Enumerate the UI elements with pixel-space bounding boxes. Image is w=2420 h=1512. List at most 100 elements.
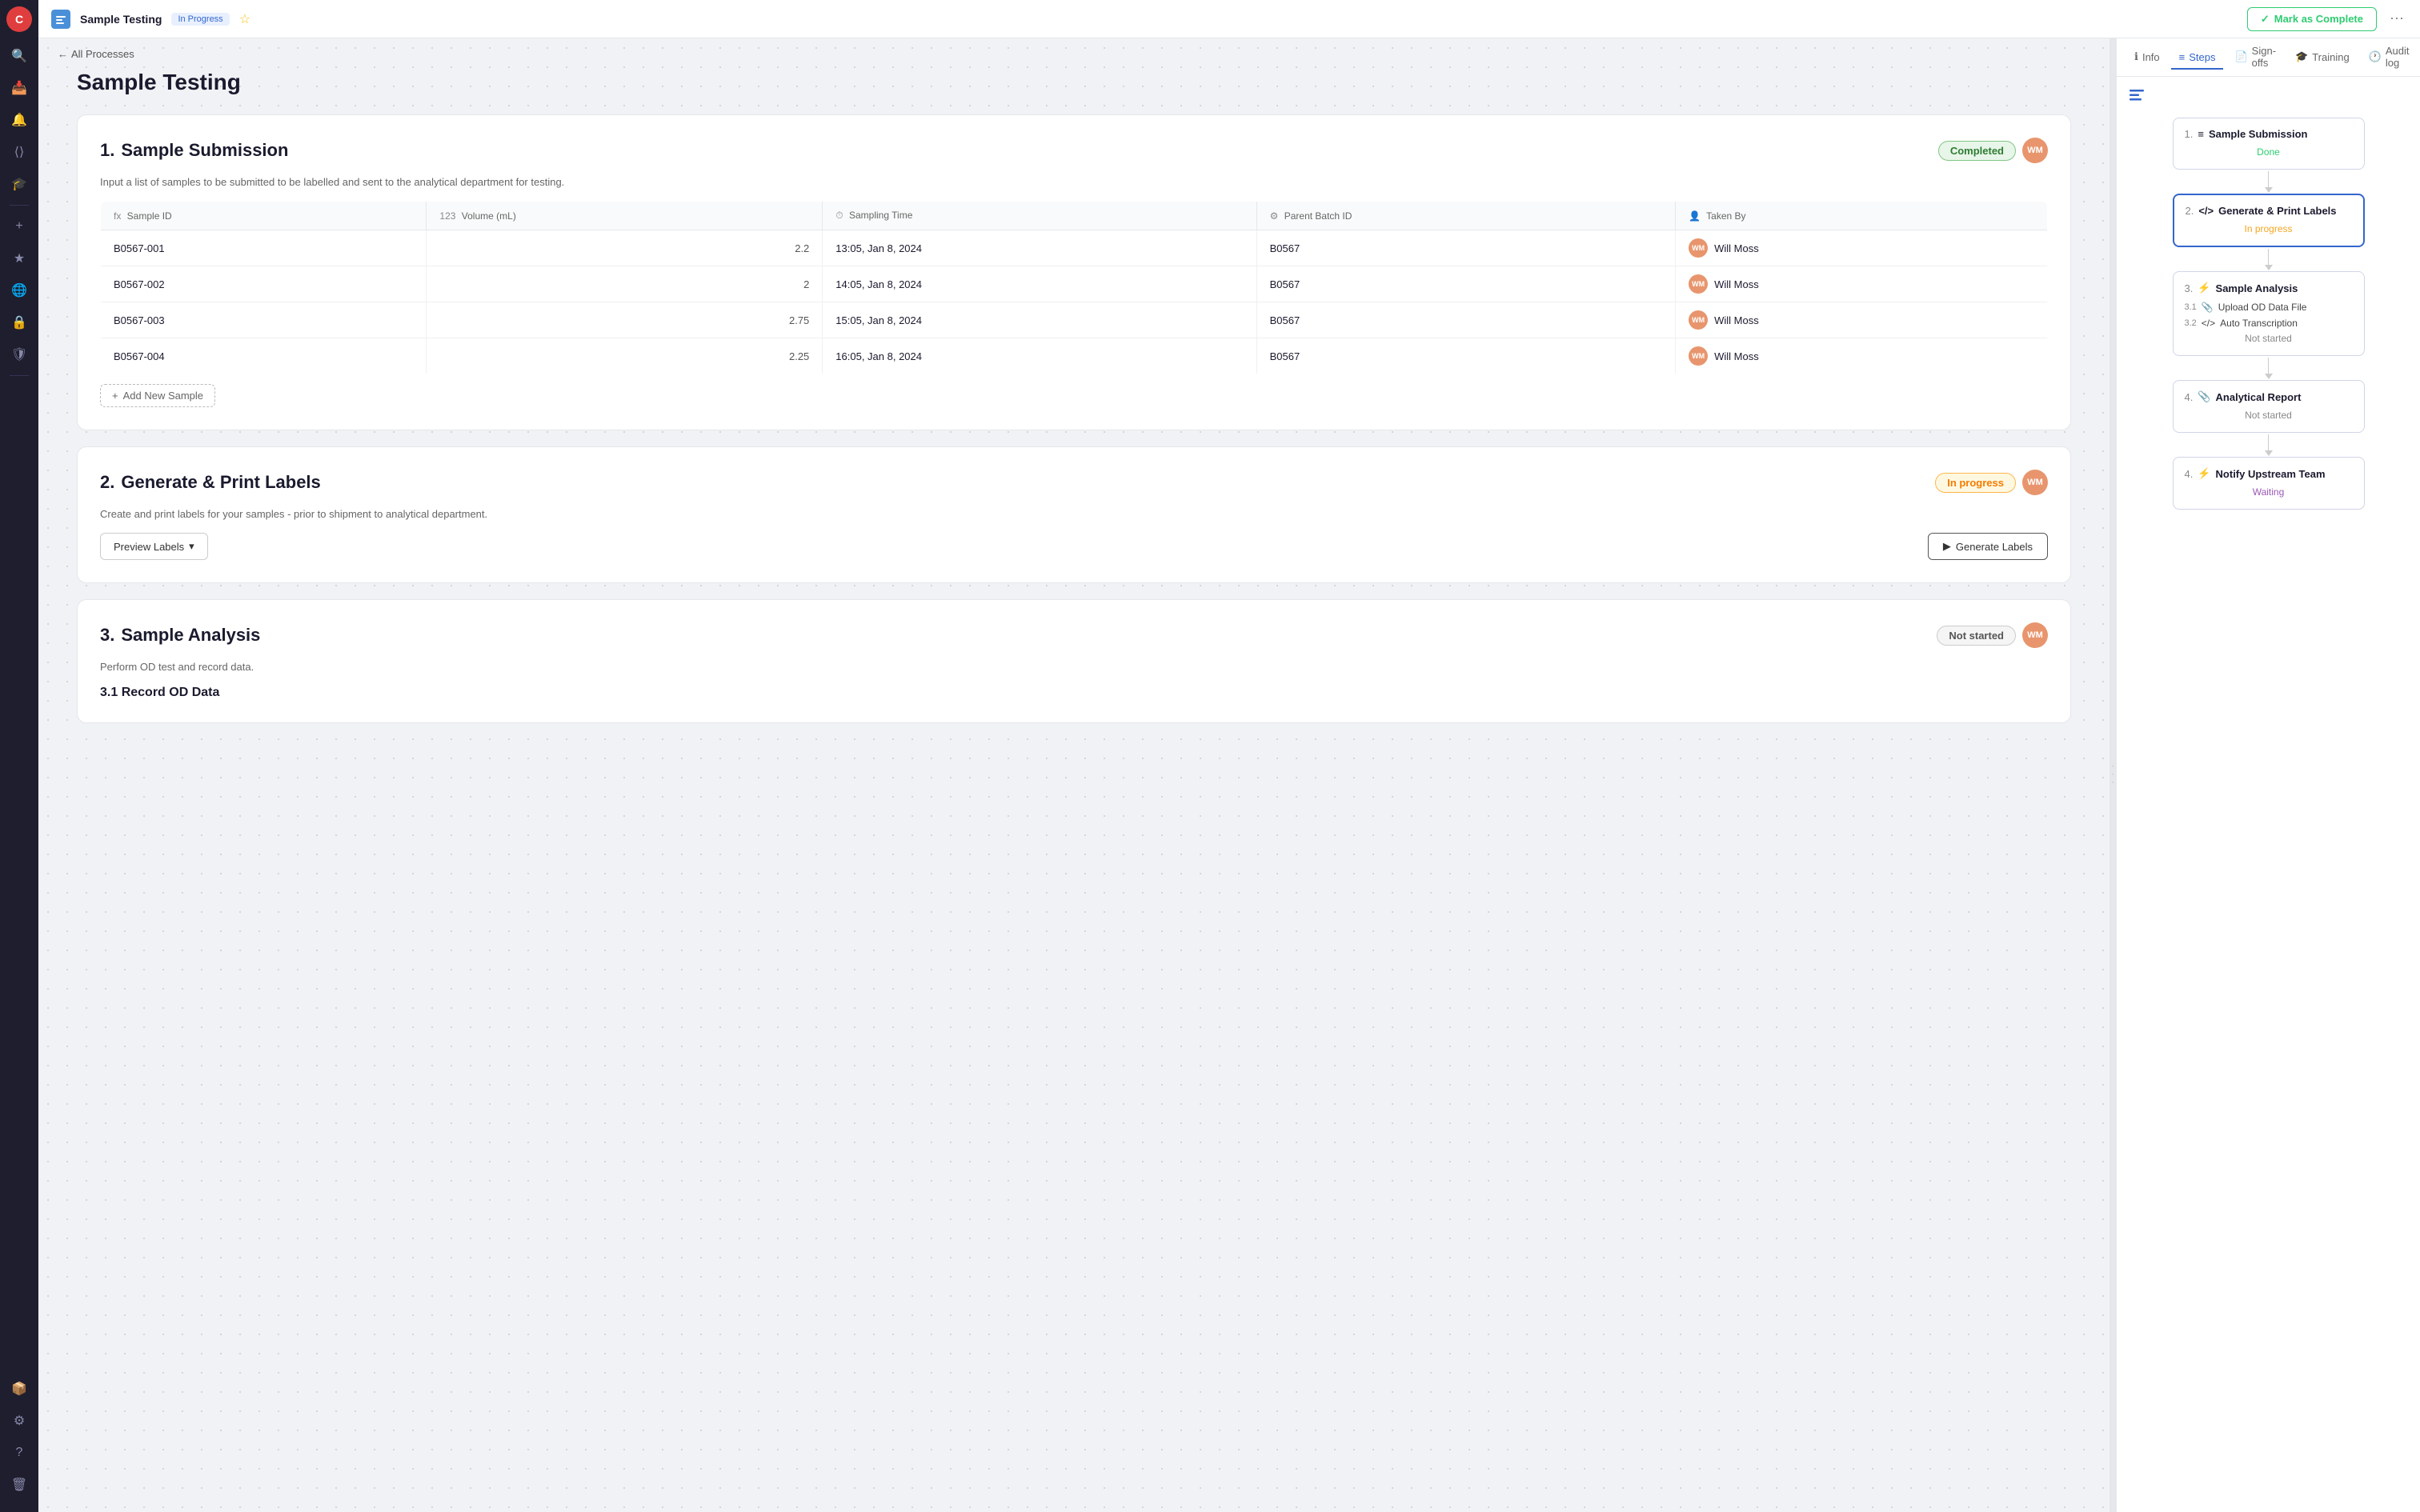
flow-step-3-title: Sample Analysis: [2216, 282, 2298, 294]
cell-volume: 2: [427, 266, 823, 302]
sidebar-item-lock[interactable]: 🔒: [5, 308, 34, 337]
checkmark-icon: ✓: [2261, 13, 2270, 26]
col-header-batch-id: ⚙ Parent Batch ID: [1256, 202, 1675, 230]
steps-panel-content: 1. ≡ Sample Submission Done: [2117, 77, 2420, 1512]
add-new-sample-label: Add New Sample: [123, 390, 203, 402]
preview-labels-button[interactable]: Preview Labels ▾: [100, 533, 208, 560]
sidebar-item-search[interactable]: 🔍: [5, 42, 34, 70]
step-3-number: 3.: [100, 625, 114, 646]
flow-step-4-icon: 📎: [2198, 390, 2210, 403]
taken-by-avatar: WM: [1689, 238, 1708, 258]
flow-step-5-number: 4.: [2185, 468, 2194, 480]
sidebar-item-gear[interactable]: ⚙: [5, 1406, 34, 1435]
sidebar-item-box[interactable]: 📦: [5, 1374, 34, 1403]
flow-substep-3-1-label: Upload OD Data File: [2218, 302, 2307, 313]
clock-icon: ⏱: [835, 210, 843, 221]
taken-by-name: Will Moss: [1714, 242, 1759, 254]
step-1-status-area: Completed WM: [1938, 138, 2048, 163]
arrow-line-3: [2268, 358, 2270, 374]
step-2-status-badge: In progress: [1935, 473, 2016, 493]
tab-training[interactable]: 🎓 Training: [2287, 46, 2358, 70]
step-3-title-group: 3. Sample Analysis: [100, 625, 260, 646]
step-2-number: 2.: [100, 472, 114, 493]
generate-labels-button[interactable]: ▶ Generate Labels: [1928, 533, 2048, 560]
tab-info[interactable]: ℹ Info: [2126, 46, 2168, 70]
step-2-title-group: 2. Generate & Print Labels: [100, 472, 321, 493]
cell-batch-id: B0567: [1256, 230, 1675, 266]
cell-volume: 2.25: [427, 338, 823, 374]
back-arrow-icon: ←: [58, 48, 68, 60]
favorite-star-icon[interactable]: ☆: [239, 11, 250, 27]
flow-step-3-number: 3.: [2185, 282, 2194, 294]
table-row: B0567-002 2 14:05, Jan 8, 2024 B0567 WM …: [101, 266, 2048, 302]
taken-by-avatar: WM: [1689, 310, 1708, 330]
step-1-header: 1. Sample Submission Completed WM: [100, 138, 2048, 163]
flow-step-3[interactable]: 3. ⚡ Sample Analysis 3.1 📎 Upload OD Dat…: [2173, 271, 2365, 356]
step-2-card: 2. Generate & Print Labels In progress W…: [77, 446, 2071, 583]
flow-step-2-status: In progress: [2186, 222, 2352, 236]
sidebar-item-cap[interactable]: 🎓: [5, 170, 34, 198]
flow-substep-3-1: 3.1 📎 Upload OD Data File: [2185, 299, 2353, 315]
sidebar-item-code[interactable]: ⟨⟩: [5, 138, 34, 166]
flow-arrow-1: [2265, 170, 2273, 194]
content-split: ← All Processes Sample Testing 1. Sample…: [38, 38, 2420, 1512]
flow-step-1-status: Done: [2185, 145, 2353, 159]
cell-sampling-time: 15:05, Jan 8, 2024: [823, 302, 1256, 338]
steps-list-icon[interactable]: [2130, 90, 2144, 105]
flow-step-1[interactable]: 1. ≡ Sample Submission Done: [2173, 118, 2365, 170]
cell-sampling-time: 16:05, Jan 8, 2024: [823, 338, 1256, 374]
sidebar-item-inbox[interactable]: 📥: [5, 74, 34, 102]
flow-step-1-number: 1.: [2185, 128, 2194, 140]
main-container: Sample Testing In Progress ☆ ✓ Mark as C…: [38, 0, 2420, 1512]
process-status-badge: In Progress: [171, 13, 229, 26]
flow-step-4-number: 4.: [2185, 391, 2194, 403]
col-header-sampling-time: ⏱ Sampling Time: [823, 202, 1256, 230]
flow-step-1-icon: ≡: [2198, 128, 2204, 140]
plus-icon: +: [112, 390, 118, 402]
sidebar-item-globe[interactable]: 🌐: [5, 276, 34, 305]
app-logo: C: [6, 6, 32, 32]
sidebar-item-question[interactable]: ?: [5, 1438, 34, 1467]
add-new-sample-button[interactable]: + Add New Sample: [100, 384, 215, 407]
cell-taken-by: WM Will Moss: [1676, 302, 2048, 338]
cell-taken-by: WM Will Moss: [1676, 266, 2048, 302]
num-icon: 123: [439, 210, 455, 222]
sidebar-item-shield[interactable]: 🛡: [5, 340, 34, 369]
flow-step-2[interactable]: 2. </> Generate & Print Labels In progre…: [2173, 194, 2365, 247]
flow-step-2-header: 2. </> Generate & Print Labels: [2186, 205, 2352, 217]
training-icon: 🎓: [2295, 50, 2308, 63]
generate-label-text: Generate Labels: [1956, 541, 2033, 553]
sidebar-item-trash[interactable]: 🗑: [5, 1470, 34, 1499]
process-icon: [51, 10, 70, 29]
cell-sample-id: B0567-001: [101, 230, 427, 266]
play-icon: ▶: [1943, 540, 1951, 553]
tab-auditlog[interactable]: 🕐 Audit log: [2361, 40, 2418, 75]
taken-by-avatar: WM: [1689, 274, 1708, 294]
col-header-volume: 123 Volume (mL): [427, 202, 823, 230]
tab-steps[interactable]: ≡ Steps: [2171, 46, 2224, 70]
sidebar-item-plus[interactable]: +: [5, 212, 34, 241]
cell-sample-id: B0567-002: [101, 266, 427, 302]
arrow-line-1: [2268, 171, 2270, 187]
flow-step-5[interactable]: 4. ⚡ Notify Upstream Team Waiting: [2173, 457, 2365, 510]
step-3-card: 3. Sample Analysis Not started WM Perfor…: [77, 599, 2071, 723]
sidebar-divider-2: [10, 375, 29, 376]
cell-sample-id: B0567-004: [101, 338, 427, 374]
flow-substep-3-2-label: Auto Transcription: [2220, 318, 2298, 329]
cell-volume: 2.2: [427, 230, 823, 266]
resize-handle[interactable]: · · ·: [2109, 38, 2116, 1512]
sidebar-item-star[interactable]: ★: [5, 244, 34, 273]
more-options-icon[interactable]: ⋯: [2386, 7, 2407, 30]
table-row: B0567-003 2.75 15:05, Jan 8, 2024 B0567 …: [101, 302, 2048, 338]
cell-batch-id: B0567: [1256, 338, 1675, 374]
flow-step-4-header: 4. 📎 Analytical Report: [2185, 390, 2353, 403]
step-3-status-badge: Not started: [1937, 626, 2016, 646]
steps-icon: ≡: [2179, 51, 2186, 63]
step-1-title-group: 1. Sample Submission: [100, 140, 288, 161]
mark-complete-button[interactable]: ✓ Mark as Complete: [2247, 7, 2377, 31]
samples-table: fx Sample ID 123 Volume (mL) ⏱ Sampling …: [100, 201, 2048, 374]
tab-signoffs[interactable]: 📄 Sign-offs: [2226, 40, 2284, 75]
sidebar-item-bell[interactable]: 🔔: [5, 106, 34, 134]
flow-step-4[interactable]: 4. 📎 Analytical Report Not started: [2173, 380, 2365, 433]
back-to-processes-link[interactable]: ← All Processes: [58, 48, 134, 60]
